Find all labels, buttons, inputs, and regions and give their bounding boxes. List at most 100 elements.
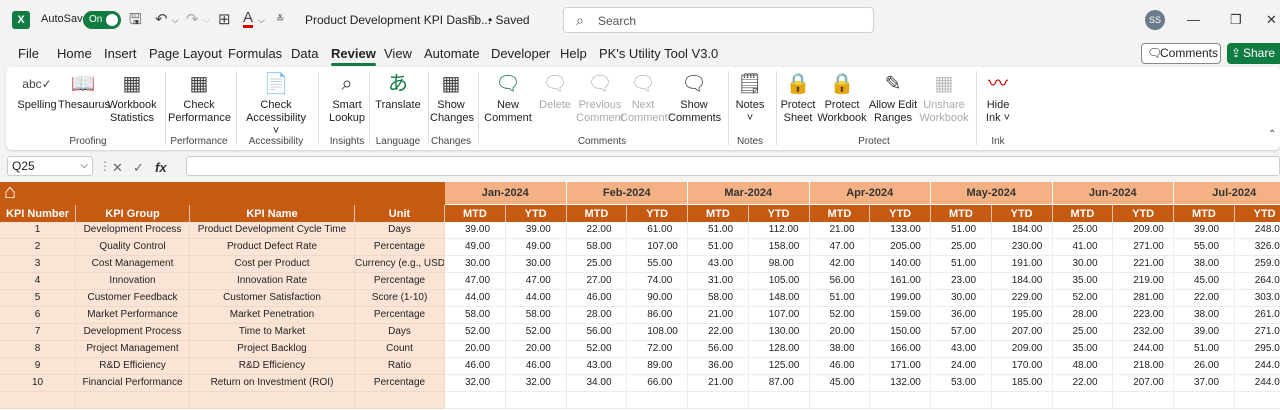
table-cell[interactable] bbox=[688, 392, 749, 409]
table-cell[interactable]: 218.00 bbox=[1113, 358, 1174, 375]
table-cell[interactable]: 185.00 bbox=[991, 375, 1053, 392]
hide-ink-button[interactable]: 〰 Hide Ink ˅ bbox=[980, 72, 1016, 125]
sub-header-ytd[interactable]: YTD bbox=[991, 205, 1053, 222]
undo-icon[interactable]: ↶ bbox=[155, 11, 168, 29]
table-cell[interactable]: 57.00 bbox=[931, 324, 992, 341]
home-icon[interactable]: ⌂ bbox=[4, 182, 16, 203]
table-cell[interactable]: 21.00 bbox=[809, 222, 871, 239]
month-header[interactable]: Mar-2024 bbox=[688, 182, 810, 205]
table-cell[interactable]: 244.00 bbox=[1234, 358, 1280, 375]
table-cell[interactable]: 30.00 bbox=[931, 290, 992, 307]
sub-header-ytd[interactable]: YTD bbox=[870, 205, 931, 222]
sub-header-ytd[interactable]: YTD bbox=[748, 205, 810, 222]
tab-help[interactable]: Help bbox=[560, 46, 587, 61]
table-cell[interactable]: 5 bbox=[0, 290, 76, 307]
table-cell[interactable]: Development Process bbox=[76, 324, 190, 341]
table-cell[interactable]: 209.00 bbox=[1113, 222, 1174, 239]
table-cell[interactable]: 22.00 bbox=[566, 222, 628, 239]
table-cell[interactable]: Product Defect Rate bbox=[190, 239, 355, 256]
table-cell[interactable]: 74.00 bbox=[627, 273, 688, 290]
table-cell[interactable] bbox=[566, 392, 628, 409]
table-cell[interactable]: 166.00 bbox=[870, 341, 931, 358]
table-cell[interactable]: 52.00 bbox=[505, 324, 567, 341]
table-cell[interactable]: 21.00 bbox=[688, 307, 749, 324]
table-cell[interactable]: 55.00 bbox=[627, 256, 688, 273]
table-cell[interactable] bbox=[505, 392, 567, 409]
customize-toolbar-icon[interactable]: ≚ bbox=[276, 11, 284, 29]
table-cell[interactable]: 58.00 bbox=[566, 239, 628, 256]
table-cell[interactable]: 28.00 bbox=[1052, 307, 1114, 324]
month-header[interactable]: Apr-2024 bbox=[809, 182, 931, 205]
table-cell[interactable]: 170.00 bbox=[991, 358, 1053, 375]
insert-function-icon[interactable]: fx bbox=[155, 160, 167, 175]
home-row[interactable]: ⌂ bbox=[0, 182, 445, 205]
table-cell[interactable]: Project Backlog bbox=[190, 341, 355, 358]
table-cell[interactable]: 31.00 bbox=[688, 273, 749, 290]
table-cell[interactable]: 44.00 bbox=[445, 290, 506, 307]
table-cell[interactable]: Market Performance bbox=[76, 307, 190, 324]
table-cell[interactable]: 271.00 bbox=[1113, 239, 1174, 256]
table-cell[interactable]: Cost per Product bbox=[190, 256, 355, 273]
table-cell[interactable] bbox=[445, 392, 506, 409]
table-cell[interactable]: 36.00 bbox=[931, 307, 992, 324]
allow-edit-ranges-button[interactable]: ✎ Allow Edit Ranges bbox=[866, 72, 920, 125]
table-cell[interactable]: 38.00 bbox=[809, 341, 871, 358]
undo-dropdown-icon[interactable]: ⌵ bbox=[172, 11, 179, 29]
table-cell[interactable]: 25.00 bbox=[1052, 324, 1114, 341]
tab-data[interactable]: Data bbox=[291, 46, 318, 61]
table-cell[interactable]: 1 bbox=[0, 222, 76, 239]
table-cell[interactable]: 132.00 bbox=[870, 375, 931, 392]
table-cell[interactable]: Percentage bbox=[355, 273, 445, 290]
table-cell[interactable]: Days bbox=[355, 324, 445, 341]
table-cell[interactable]: 52.00 bbox=[445, 324, 506, 341]
table-cell[interactable]: Days bbox=[355, 222, 445, 239]
month-header[interactable]: Jul-2024 bbox=[1174, 182, 1280, 205]
check-performance-button[interactable]: ▦ Check Performance bbox=[168, 72, 231, 125]
tab-formulas[interactable]: Formulas bbox=[228, 46, 282, 61]
table-cell[interactable]: 140.00 bbox=[870, 256, 931, 273]
font-color-dropdown-icon[interactable]: ⌵ bbox=[258, 11, 265, 29]
minimize-icon[interactable]: — bbox=[1187, 12, 1200, 27]
table-cell[interactable]: 28.00 bbox=[566, 307, 628, 324]
table-cell[interactable]: 205.00 bbox=[870, 239, 931, 256]
next-comment-button[interactable]: 🗨 Next Comment bbox=[620, 72, 668, 125]
table-cell[interactable]: Customer Satisfaction bbox=[190, 290, 355, 307]
table-cell[interactable]: 35.00 bbox=[1052, 273, 1114, 290]
table-cell[interactable]: 22.00 bbox=[688, 324, 749, 341]
table-cell[interactable]: 6 bbox=[0, 307, 76, 324]
table-cell[interactable]: 47.00 bbox=[809, 239, 871, 256]
table-cell[interactable]: 34.00 bbox=[566, 375, 628, 392]
table-cell[interactable]: 87.00 bbox=[748, 375, 810, 392]
table-cell[interactable] bbox=[190, 392, 355, 409]
table-cell[interactable]: 171.00 bbox=[870, 358, 931, 375]
comments-button[interactable]: 🗨 Comments bbox=[1141, 43, 1221, 64]
workbook-statistics-button[interactable]: ▦ Workbook Statistics bbox=[106, 72, 158, 125]
tab-developer[interactable]: Developer bbox=[491, 46, 550, 61]
table-cell[interactable]: 219.00 bbox=[1113, 273, 1174, 290]
tab-view[interactable]: View bbox=[384, 46, 412, 61]
table-cell[interactable]: 55.00 bbox=[1174, 239, 1235, 256]
smart-lookup-button[interactable]: ⌕ Smart Lookup bbox=[322, 72, 372, 125]
table-cell[interactable]: 230.00 bbox=[991, 239, 1053, 256]
table-cell[interactable]: 232.00 bbox=[1113, 324, 1174, 341]
borders-icon[interactable]: ⊞ bbox=[218, 11, 231, 29]
table-cell[interactable]: 51.00 bbox=[931, 256, 992, 273]
spelling-button[interactable]: abc✓ Spelling bbox=[16, 72, 58, 112]
table-cell[interactable] bbox=[1052, 392, 1114, 409]
sub-header-mtd[interactable]: MTD bbox=[931, 205, 992, 222]
table-cell[interactable]: 51.00 bbox=[688, 239, 749, 256]
tab-file[interactable]: File bbox=[18, 46, 39, 61]
table-cell[interactable]: 48.00 bbox=[1052, 358, 1114, 375]
table-cell[interactable]: Product Development Cycle Time bbox=[190, 222, 355, 239]
table-cell[interactable]: 39.00 bbox=[1174, 222, 1235, 239]
table-cell[interactable]: Percentage bbox=[355, 307, 445, 324]
table-cell[interactable]: 221.00 bbox=[1113, 256, 1174, 273]
table-cell[interactable]: 105.00 bbox=[748, 273, 810, 290]
table-cell[interactable]: 61.00 bbox=[627, 222, 688, 239]
table-cell[interactable]: 25.00 bbox=[931, 239, 992, 256]
protect-sheet-button[interactable]: 🔒 Protect Sheet bbox=[778, 72, 818, 125]
table-cell[interactable]: 22.00 bbox=[1174, 290, 1235, 307]
table-cell[interactable]: 58.00 bbox=[445, 307, 506, 324]
redo-dropdown-icon[interactable]: ⌵ bbox=[203, 11, 210, 29]
table-cell[interactable]: 9 bbox=[0, 358, 76, 375]
